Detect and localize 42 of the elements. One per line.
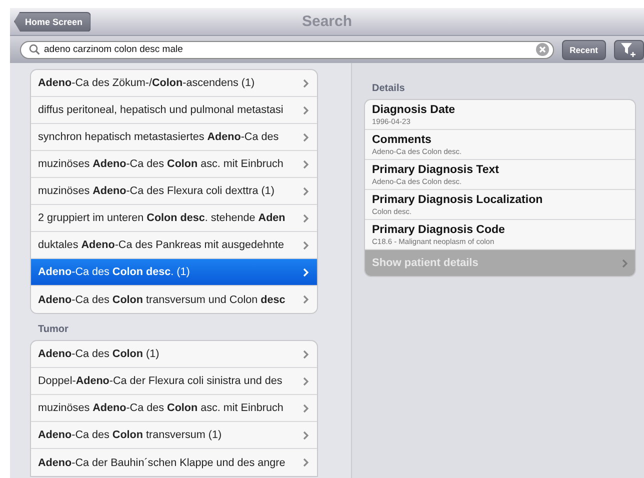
- chevron-icon: [622, 258, 628, 268]
- result-row[interactable]: Adeno-Ca des Zökum-/Colon-ascendens (1): [31, 70, 317, 97]
- section-header: Tumor: [37, 323, 70, 337]
- chevron-icon: [303, 106, 309, 114]
- recent-button[interactable]: Recent: [562, 40, 606, 60]
- result-row[interactable]: muzinöses Adeno-Ca des Flexura coli dexttra (1): [31, 178, 317, 205]
- chevron-icon: [303, 132, 309, 142]
- result-row[interactable]: Adeno-Ca des Colon desc. (1): [31, 259, 317, 286]
- result-row[interactable]: muzinöses Adeno-Ca des Colon asc. mit Einbruch: [31, 395, 317, 422]
- filter-plus-icon: [621, 42, 637, 56]
- chevron-icon: [303, 268, 309, 276]
- search-field[interactable]: adeno carzinom colon desc male: [20, 40, 554, 58]
- filter-button[interactable]: [614, 40, 644, 60]
- result-row[interactable]: Adeno-Ca des Colon transversum und Colon desc: [31, 286, 317, 313]
- field-label: Primary Diagnosis Text: [372, 163, 500, 177]
- chevron-icon: [303, 376, 309, 386]
- back-button[interactable]: Home Screen: [14, 12, 91, 32]
- result-row[interactable]: Adeno-Ca der Bauhin´schen Klappe und des angre: [31, 449, 317, 476]
- section-header: Details: [371, 82, 406, 96]
- screen-title: Search: [302, 13, 352, 30]
- field-label: Comments: [372, 133, 432, 147]
- result-row[interactable]: muzinöses Adeno-Ca des Colon asc. mit Einbruch: [31, 151, 317, 178]
- chevron-icon: [303, 404, 309, 412]
- search-icon: [29, 44, 40, 55]
- result-row[interactable]: synchron hepatisch metastasiertes Adeno-Ca des: [31, 124, 317, 151]
- chevron-icon: [303, 186, 309, 196]
- chevron-icon: [303, 295, 309, 304]
- chevron-icon: [303, 350, 309, 358]
- chevron-icon: [303, 240, 309, 250]
- chevron-icon: [303, 430, 309, 440]
- result-row[interactable]: Adeno-Ca des Colon (1): [31, 341, 317, 368]
- chevron-icon: [303, 160, 309, 168]
- chevron-icon: [303, 458, 309, 467]
- result-row[interactable]: 2 gruppiert im unteren Colon desc. stehende Aden: [31, 205, 317, 232]
- field-label: Diagnosis Date: [372, 103, 456, 117]
- result-row[interactable]: Adeno-Ca des Colon transversum (1): [31, 422, 317, 449]
- chevron-icon: [303, 78, 309, 88]
- result-row[interactable]: Doppel-Adeno-Ca der Flexura coli sinistra und des: [31, 368, 317, 395]
- field-label: Primary Diagnosis Code: [372, 223, 506, 237]
- result-row[interactable]: diffus peritoneal, hepatisch und pulmonal metastasi: [31, 97, 317, 124]
- field-label: Primary Diagnosis Localization: [372, 193, 544, 207]
- chevron-icon: [303, 214, 309, 222]
